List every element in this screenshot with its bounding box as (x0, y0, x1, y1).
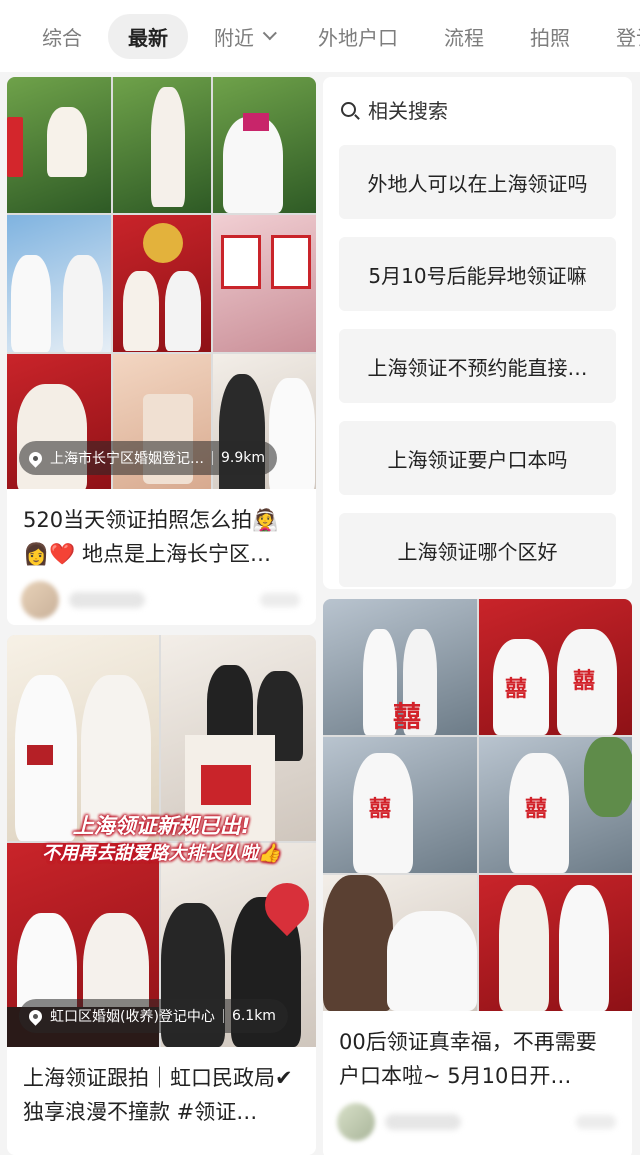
cover-banner-line2: 不用再去甜爱路大排长队啦👍 (42, 843, 281, 864)
related-search-chip[interactable]: 外地人可以在上海领证吗 (339, 145, 616, 219)
location-distance: 6.1km (231, 1008, 276, 1024)
cover-photo-tile (7, 215, 111, 352)
author-name[interactable] (385, 1114, 461, 1130)
tab-process[interactable]: 流程 (424, 14, 504, 59)
post-title[interactable]: 上海领证跟拍｜虹口民政局✔独享浪漫不撞款 #领证… (7, 1047, 316, 1129)
tab-registration[interactable]: 登记 (596, 14, 640, 59)
cover-photo-tile (213, 77, 316, 213)
related-search-heading: 相关搜索 (368, 98, 448, 123)
related-search-chip[interactable]: 上海领证不预约能直接… (339, 329, 616, 403)
related-search-chip[interactable]: 上海领证哪个区好 (339, 513, 616, 587)
location-distance: 9.9km (221, 450, 266, 466)
feed-card[interactable]: 上海市长宁区婚姻登记… 9.9km 520当天领证拍照怎么拍👰👩❤️ 地点是上海… (7, 77, 316, 625)
cover-photo-tile (113, 215, 211, 352)
chevron-down-icon (262, 26, 277, 41)
like-count[interactable] (260, 593, 300, 607)
cover-photo-tile (7, 77, 111, 213)
category-tab-bar: 综合 最新 附近 外地户口 流程 拍照 登记 (0, 0, 640, 72)
location-pin-icon (26, 448, 45, 468)
tab-comprehensive[interactable]: 综合 (22, 14, 102, 59)
post-title[interactable]: 520当天领证拍照怎么拍👰👩❤️ 地点是上海长宁区… (7, 489, 316, 571)
related-search-header: 相关搜索 (341, 91, 616, 127)
divider (222, 1009, 224, 1023)
related-search-chip[interactable]: 上海领证要户口本吗 (339, 421, 616, 495)
related-search-card: 相关搜索 外地人可以在上海领证吗 5月10号后能异地领证嘛 上海领证不预约能直接… (323, 77, 632, 589)
author-name[interactable] (69, 592, 145, 608)
tab-nearby[interactable]: 附近 (194, 14, 292, 59)
double-happiness-symbol: 囍 (525, 796, 548, 822)
tab-nearby-label: 附近 (214, 25, 254, 50)
double-happiness-symbol: 囍 (505, 676, 528, 702)
location-tag[interactable]: 虹口区婚姻(收养)登记中心 6.1km (19, 999, 288, 1033)
related-search-chip[interactable]: 5月10号后能异地领证嘛 (339, 237, 616, 311)
location-name: 上海市长宁区婚姻登记… (50, 451, 204, 467)
feed-card[interactable]: 囍 囍 囍 囍 囍 00后领证真幸福，不再需要户口本啦~ 5月10日开… (323, 599, 632, 1155)
post-author-row (7, 571, 316, 625)
cover-photo-tile: 囍 (323, 737, 477, 873)
double-happiness-symbol: 囍 (573, 668, 596, 694)
cover-photo-tile (323, 875, 477, 1011)
post-cover-image: 上海领证新规已出! 不用再去甜爱路大排长队啦👍 虹口区婚姻(收养)登记中心 6.… (7, 635, 316, 1047)
location-name: 虹口区婚姻(收养)登记中心 (50, 1009, 215, 1025)
tab-nonlocal-hukou[interactable]: 外地户口 (298, 14, 418, 59)
cover-photo-tile (479, 875, 632, 1011)
post-author-row (323, 1093, 632, 1155)
divider (212, 451, 213, 465)
location-pin-icon (26, 1006, 45, 1026)
avatar[interactable] (337, 1103, 375, 1141)
avatar[interactable] (21, 581, 59, 619)
cover-photo-tile: 囍 (323, 599, 477, 735)
cover-banner-line1: 上海领证新规已出! (72, 814, 251, 838)
post-cover-image: 上海市长宁区婚姻登记… 9.9km (7, 77, 316, 489)
feed-right-column: 相关搜索 外地人可以在上海领证吗 5月10号后能异地领证嘛 上海领证不预约能直接… (323, 77, 632, 1155)
tab-latest[interactable]: 最新 (108, 13, 188, 59)
like-count[interactable] (576, 1115, 616, 1129)
feed-card[interactable]: 上海领证新规已出! 不用再去甜爱路大排长队啦👍 虹口区婚姻(收养)登记中心 6.… (7, 635, 316, 1155)
tab-photo[interactable]: 拍照 (510, 14, 590, 59)
location-tag[interactable]: 上海市长宁区婚姻登记… 9.9km (19, 441, 278, 475)
post-cover-image: 囍 囍 囍 囍 囍 (323, 599, 632, 1011)
feed-left-column: 上海市长宁区婚姻登记… 9.9km 520当天领证拍照怎么拍👰👩❤️ 地点是上海… (7, 77, 316, 1155)
cover-photo-tile (113, 77, 211, 213)
search-icon (341, 101, 356, 117)
double-happiness-symbol: 囍 (393, 700, 422, 733)
cover-photo-tile: 囍 囍 (479, 599, 632, 735)
cover-photo-tile: 囍 (479, 737, 632, 873)
double-happiness-symbol: 囍 (369, 796, 392, 822)
cover-photo-tile (213, 215, 316, 352)
post-title[interactable]: 00后领证真幸福，不再需要户口本啦~ 5月10日开… (323, 1011, 632, 1093)
